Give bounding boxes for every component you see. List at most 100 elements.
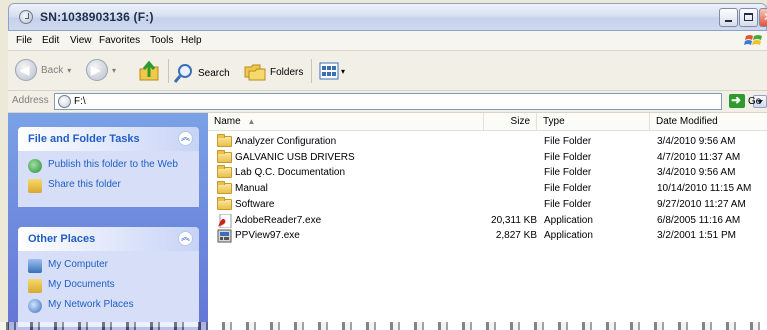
go-button[interactable]: Go: [729, 93, 762, 108]
column-header-name[interactable]: Name ▲: [208, 113, 484, 131]
maximize-button[interactable]: [739, 8, 758, 27]
file-folder-tasks-header[interactable]: File and Folder Tasks ︽: [18, 127, 199, 151]
menu-view[interactable]: View: [70, 35, 92, 46]
my-network-places-link[interactable]: My Network Places: [28, 299, 191, 313]
file-row[interactable]: Manual File Folder 10/14/2010 11:15 AM: [208, 181, 767, 197]
search-button[interactable]: Search: [174, 63, 230, 83]
file-type: Application: [544, 214, 593, 226]
file-row[interactable]: AdobeReader7.exe 20,311 KB Application 6/8/…: [208, 213, 767, 229]
folder-icon: [217, 165, 232, 179]
column-header-date[interactable]: Date Modified: [650, 113, 767, 131]
share-folder-icon: [28, 179, 42, 193]
windows-logo-icon: [744, 35, 762, 45]
address-label: Address: [12, 95, 49, 106]
file-type: File Folder: [544, 183, 592, 195]
back-arrow-icon: ◀: [15, 59, 37, 81]
file-name: PPView97.exe: [235, 230, 300, 242]
task-pane: File and Folder Tasks ︽ Publish this fol…: [8, 113, 208, 330]
my-documents-link[interactable]: My Documents: [28, 279, 191, 293]
search-icon: [174, 64, 192, 83]
views-button[interactable]: ▾: [319, 62, 345, 80]
file-row[interactable]: Software File Folder 9/27/2010 11:27 AM: [208, 196, 767, 213]
file-name: AdobeReader7.exe: [235, 214, 322, 226]
file-date-modified: 3/4/2010 9:56 AM: [657, 136, 736, 147]
column-type-label: Type: [543, 116, 565, 127]
folder-icon: [217, 134, 232, 147]
go-label: Go: [748, 95, 762, 107]
file-name: Manual: [235, 183, 268, 195]
file-row[interactable]: GALVANIC USB DRIVERS File Folder 4/7/2010 …: [208, 149, 767, 166]
menu-tools[interactable]: Tools: [150, 35, 173, 46]
drive-icon: [58, 95, 71, 108]
my-computer-link[interactable]: My Computer: [28, 259, 191, 273]
computer-icon: [28, 259, 42, 273]
share-folder-label: Share this folder: [48, 179, 121, 190]
explorer-window: SN:1038903136 (F:) File Edit View Favori…: [0, 0, 767, 330]
title-bar[interactable]: SN:1038903136 (F:): [8, 3, 767, 31]
sort-ascending-icon: ▲: [247, 117, 256, 126]
views-dropdown-icon: ▾: [341, 66, 346, 76]
other-places-title: Other Places: [28, 233, 96, 245]
back-button[interactable]: ◀ Back ▾: [15, 59, 71, 81]
file-type: Application: [544, 230, 593, 242]
file-date-modified: 10/14/2010 11:15 AM: [657, 183, 752, 195]
menu-help[interactable]: Help: [181, 35, 202, 46]
forward-arrow-icon: ▶: [86, 59, 108, 81]
address-field[interactable]: F:\: [54, 93, 767, 110]
file-folder-tasks-panel: File and Folder Tasks ︽ Publish this fol…: [18, 127, 199, 207]
standard-toolbar: ◀ Back ▾ ▶ ▾ Search Folders ▾: [8, 51, 767, 91]
column-header-size[interactable]: Size: [484, 113, 537, 131]
column-header-type[interactable]: Type: [537, 113, 650, 131]
file-type: File Folder: [544, 151, 592, 163]
other-places-header[interactable]: Other Places ︽: [18, 227, 199, 251]
file-date-modified: 4/7/2010 11:37 AM: [657, 151, 741, 163]
file-row[interactable]: Lab Q.C. Documentation File Folder 3/4/201…: [208, 165, 767, 181]
file-date-modified: 3/4/2010 9:56 AM: [657, 167, 736, 179]
publish-folder-link[interactable]: Publish this folder to the Web: [28, 159, 191, 173]
file-date-modified: 9/27/2010 11:27 AM: [657, 198, 746, 210]
file-row[interactable]: Analyzer Configuration File Folder 3/4/201…: [208, 134, 767, 150]
file-date-modified: 6/8/2005 11:16 AM: [657, 214, 741, 226]
folders-label: Folders: [270, 66, 304, 78]
forward-button[interactable]: ▶ ▾: [86, 59, 116, 81]
up-folder-icon[interactable]: [138, 60, 160, 82]
toolbar-separator: [311, 59, 312, 83]
go-arrow-icon: [729, 93, 745, 108]
address-bar: Address F:\ Go: [8, 91, 767, 113]
file-type: File Folder: [544, 136, 592, 147]
menu-file[interactable]: File: [16, 35, 32, 46]
file-list[interactable]: Name ▲ Size Type Date Modified Analyzer …: [208, 113, 767, 330]
folders-button[interactable]: Folders: [244, 63, 303, 81]
screen-artifact-strip: [0, 322, 767, 330]
file-type: File Folder: [544, 198, 592, 210]
adobe-reader-icon: [218, 213, 232, 228]
minimize-button[interactable]: [719, 8, 738, 27]
collapse-chevron-icon[interactable]: ︽: [178, 131, 193, 146]
menu-favorites[interactable]: Favorites: [99, 35, 140, 46]
file-type: File Folder: [544, 167, 592, 179]
my-network-places-label: My Network Places: [48, 299, 134, 310]
forward-dropdown-icon[interactable]: ▾: [112, 66, 116, 75]
file-name: GALVANIC USB DRIVERS: [235, 151, 355, 163]
folder-icon: [217, 196, 232, 210]
close-button[interactable]: [759, 8, 767, 27]
my-computer-label: My Computer: [48, 259, 109, 270]
collapse-chevron-icon[interactable]: ︽: [178, 231, 193, 246]
menu-edit[interactable]: Edit: [42, 35, 59, 46]
menu-bar: File Edit View Favorites Tools Help: [8, 31, 767, 51]
my-documents-label: My Documents: [48, 279, 115, 290]
file-name: Software: [235, 198, 275, 210]
globe-icon: [28, 159, 42, 173]
back-label: Back: [41, 64, 64, 76]
file-name: Analyzer Configuration: [235, 136, 337, 147]
back-dropdown-icon[interactable]: ▾: [67, 66, 71, 75]
other-places-panel: Other Places ︽ My Computer My Documents …: [18, 227, 199, 327]
folder-icon: [217, 181, 232, 195]
address-value: F:\: [74, 96, 86, 107]
file-date-modified: 3/2/2001 1:51 PM: [657, 230, 736, 242]
share-folder-link[interactable]: Share this folder: [28, 179, 191, 193]
file-row[interactable]: PPView97.exe 2,827 KB Application 3/2/2001 …: [208, 228, 767, 244]
publish-folder-label: Publish this folder to the Web: [48, 159, 178, 170]
folders-icon: [244, 64, 266, 81]
ppview-icon: [217, 229, 232, 243]
